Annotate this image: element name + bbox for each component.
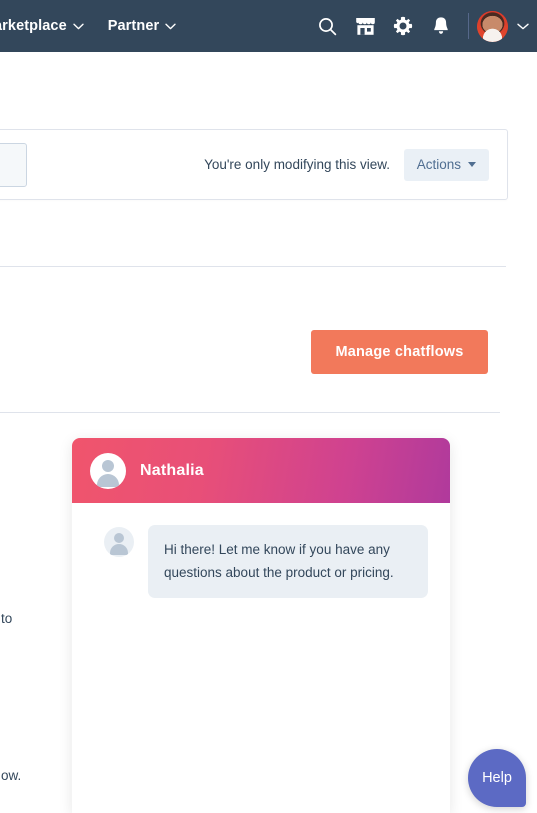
page-content: You're only modifying this view. Actions… [0, 52, 537, 813]
text-fragment-left-middle: to [1, 611, 13, 626]
chat-widget-preview: Nathalia Hi there! Let me know if you ha… [72, 438, 450, 813]
person-avatar-icon [104, 527, 134, 557]
person-avatar-icon [90, 452, 126, 489]
help-button-label: Help [482, 770, 512, 786]
text-fragment-left-bottom: ow. [1, 768, 22, 783]
chat-message-bubble: Hi there! Let me know if you have any qu… [148, 525, 428, 599]
caret-down-icon [468, 162, 476, 167]
nav-item-partner[interactable]: Partner [96, 0, 188, 52]
avatar[interactable] [477, 10, 508, 42]
chat-agent-name: Nathalia [140, 461, 204, 479]
manage-chatflows-button[interactable]: Manage chatflows [311, 330, 488, 374]
nav-item-partner-label: Partner [107, 18, 160, 34]
settings-gear-icon [393, 16, 413, 36]
nav-divider [468, 13, 469, 39]
view-modification-note: You're only modifying this view. [204, 157, 390, 172]
notifications-bell-icon [432, 16, 450, 36]
settings-button[interactable] [384, 0, 422, 52]
actions-button-label: Actions [416, 157, 461, 172]
avatar-photo [477, 10, 508, 42]
chat-widget-body: Hi there! Let me know if you have any qu… [72, 503, 450, 813]
top-nav-menu: arketplace Partner [0, 0, 188, 52]
nav-item-marketplace[interactable]: arketplace [0, 0, 96, 52]
search-button[interactable] [308, 0, 346, 52]
notifications-button[interactable] [422, 0, 460, 52]
view-select-dropdown[interactable] [0, 143, 27, 187]
view-toolbar-card: You're only modifying this view. Actions [0, 129, 508, 200]
section-divider-top [0, 266, 506, 267]
section-divider-bottom [0, 412, 500, 413]
top-nav-actions [308, 0, 529, 52]
search-icon [318, 17, 337, 36]
chevron-down-icon [73, 23, 84, 30]
chevron-down-icon [517, 17, 529, 35]
marketplace-button[interactable] [346, 0, 384, 52]
marketplace-storefront-icon [355, 17, 376, 36]
chevron-down-icon [165, 23, 176, 30]
top-navigation-bar: arketplace Partner [0, 0, 537, 52]
nav-item-marketplace-label: arketplace [0, 18, 67, 34]
help-button[interactable]: Help [468, 749, 526, 807]
account-menu-button[interactable] [517, 17, 529, 35]
chat-message-row: Hi there! Let me know if you have any qu… [72, 525, 450, 599]
actions-button[interactable]: Actions [403, 148, 489, 181]
chat-widget-header: Nathalia [72, 438, 450, 503]
